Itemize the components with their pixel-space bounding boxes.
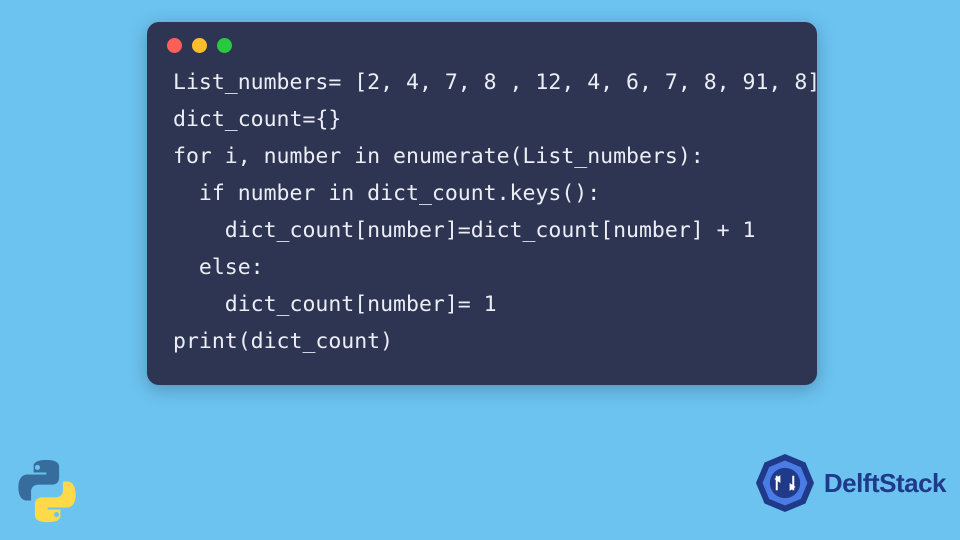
delftstack-logo-icon (752, 450, 818, 516)
code-line: List_numbers= [2, 4, 7, 8 , 12, 4, 6, 7,… (173, 70, 820, 95)
code-block: List_numbers= [2, 4, 7, 8 , 12, 4, 6, 7,… (147, 63, 817, 361)
code-line: for i, number in enumerate(List_numbers)… (173, 144, 704, 169)
delftstack-brand: DelftStack (752, 450, 946, 516)
python-logo-icon (12, 456, 82, 526)
window-controls (147, 22, 817, 63)
close-icon[interactable] (167, 38, 182, 53)
code-line: dict_count={} (173, 107, 341, 132)
delftstack-label: DelftStack (824, 468, 946, 499)
code-line: dict_count[number]=dict_count[number] + … (173, 218, 755, 243)
code-line: print(dict_count) (173, 329, 393, 354)
maximize-icon[interactable] (217, 38, 232, 53)
code-window: List_numbers= [2, 4, 7, 8 , 12, 4, 6, 7,… (147, 22, 817, 385)
code-line: else: (173, 255, 264, 280)
code-line: dict_count[number]= 1 (173, 292, 497, 317)
code-line: if number in dict_count.keys(): (173, 181, 600, 206)
minimize-icon[interactable] (192, 38, 207, 53)
